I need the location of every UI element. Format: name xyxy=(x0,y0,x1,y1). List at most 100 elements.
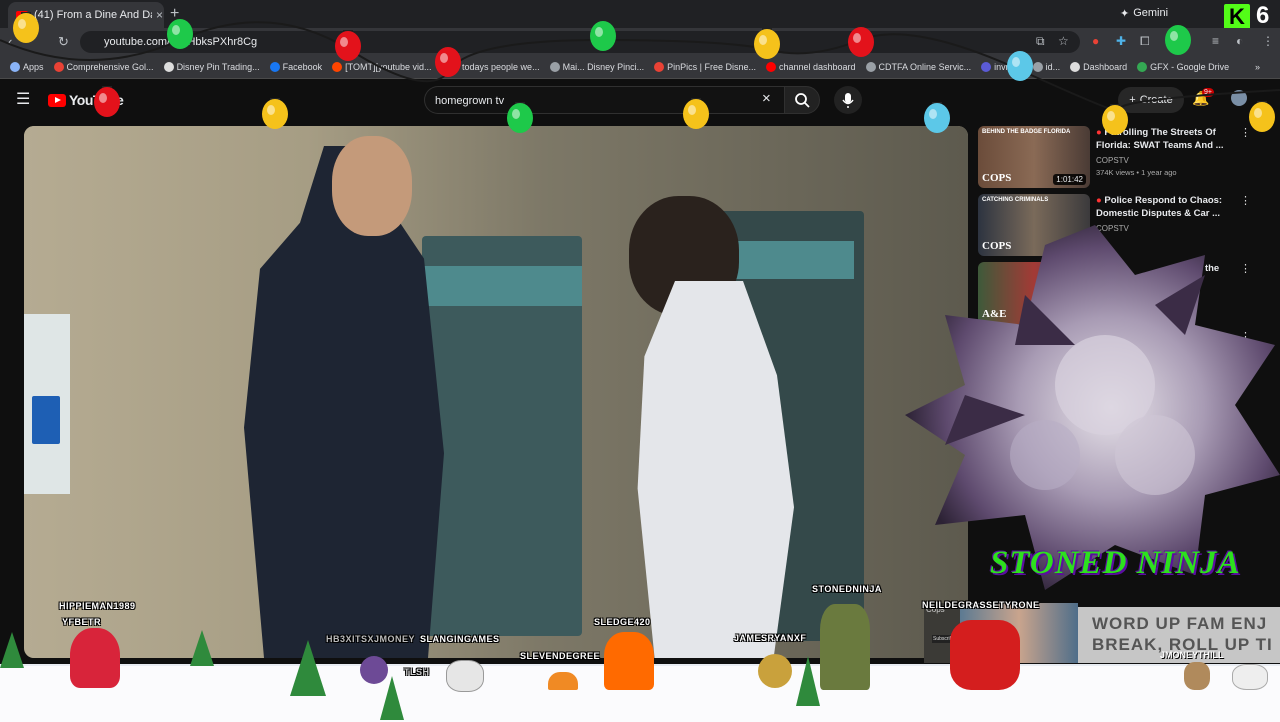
youtube-play-icon xyxy=(48,93,66,107)
reload-icon[interactable]: ↻ xyxy=(58,34,69,50)
clear-search-icon[interactable]: × xyxy=(762,90,771,107)
bookmark-icon xyxy=(332,62,343,72)
bookmark-item[interactable]: channel dashboard xyxy=(765,62,856,72)
create-button[interactable]: + Create xyxy=(1118,87,1184,113)
related-video[interactable]: BEHIND THE BADGE FLORIDA COPS 1:01:42 ● … xyxy=(978,126,1280,188)
create-label: Create xyxy=(1139,94,1173,106)
bookmark-item[interactable]: Comprehensive Gol... xyxy=(53,62,154,72)
knuckles-avatar-icon xyxy=(70,628,120,688)
notification-badge: 9+ xyxy=(1202,88,1214,97)
sparkle-icon: ✦ xyxy=(1120,7,1130,20)
bookmark-icon xyxy=(1070,62,1081,72)
bookmark-icon xyxy=(865,62,876,72)
menu-icon[interactable]: ☰ xyxy=(16,89,30,109)
url-text: youtube.com/w =HbksPXhr8Cg xyxy=(104,36,258,48)
chat-user-name: NEILDEGRASSETYRONE xyxy=(922,600,1040,610)
bookmark-item[interactable]: id... xyxy=(1032,62,1061,72)
more-options-icon[interactable]: ⋮ xyxy=(1240,126,1251,139)
gemini-button[interactable]: ✦ Gemini xyxy=(1120,3,1182,23)
bookmark-label: PinPics | Free Disne... xyxy=(667,62,756,72)
iron-man-avatar-icon xyxy=(950,620,1020,690)
bookmark-icon xyxy=(53,62,64,72)
payphone-sign xyxy=(734,241,854,279)
chat-message-user: JMONEYTHILL xyxy=(1160,650,1224,660)
bookmark-item[interactable]: PinPics | Free Disne... xyxy=(654,62,756,72)
extension-icon[interactable]: ✚ xyxy=(1116,34,1126,48)
bookmark-label: channel dashboard xyxy=(778,62,856,72)
kick-logo: K xyxy=(1224,4,1250,30)
bookmark-item[interactable]: Mai... Disney Pinci... xyxy=(549,62,645,72)
ghost-avatar-icon xyxy=(446,660,484,692)
chat-user-name: HIPPIEMAN1989 xyxy=(59,601,136,611)
bookmark-item[interactable]: If todays people we... xyxy=(441,62,540,72)
youtube-header: ☰ YouTube homegrown tv × + Create 🔔 9+ xyxy=(0,79,1280,121)
microphone-icon xyxy=(842,93,854,108)
christmas-tree-icon xyxy=(190,630,214,666)
bookmark-label: id... xyxy=(1045,62,1061,72)
voice-search-button[interactable] xyxy=(834,86,862,114)
cannabis-bud-overlay-icon xyxy=(905,225,1280,590)
bookmark-item[interactable]: Facebook xyxy=(269,62,322,72)
robot-avatar-icon xyxy=(758,654,792,688)
extension-icon[interactable]: ● xyxy=(1092,34,1099,48)
bookmark-icon xyxy=(549,62,560,72)
bookmark-item[interactable]: [TOMT][youtube vid... xyxy=(332,62,432,72)
ghost-avatar-icon xyxy=(1232,664,1268,690)
avatar[interactable] xyxy=(1231,90,1247,106)
bookmark-icon xyxy=(1137,62,1148,72)
video-meta: 374K views • 1 year ago xyxy=(1096,168,1177,177)
youtube-favicon-icon xyxy=(16,10,28,20)
chat-user-name: STONEDNINJA xyxy=(812,584,882,594)
blob-avatar-icon xyxy=(548,672,578,690)
bookmark-label: Apps xyxy=(23,62,44,72)
bookmark-item[interactable]: Dashboard xyxy=(1070,62,1127,72)
bookmark-label: Comprehensive Gol... xyxy=(66,62,154,72)
video-player[interactable] xyxy=(24,126,968,658)
christmas-tree-icon xyxy=(796,656,820,706)
browser-tab[interactable]: (41) From a Dine And Dash × xyxy=(8,2,164,28)
video-duration: 1:01:42 xyxy=(1053,174,1086,185)
star-icon[interactable]: ☆ xyxy=(1058,34,1069,48)
thumbnail-logo: COPS xyxy=(982,172,1012,184)
bookmarks-more-icon[interactable]: » xyxy=(1255,62,1260,72)
more-options-icon[interactable]: ⋮ xyxy=(1240,194,1251,207)
bookmark-item[interactable]: Disney Pin Trading... xyxy=(163,62,260,72)
search-button[interactable] xyxy=(784,86,820,114)
bookmark-icon xyxy=(163,62,174,72)
bookmark-item[interactable]: invideo xyxy=(981,62,1023,72)
youtube-logo[interactable]: YouTube xyxy=(48,92,124,108)
bookmark-label: [TOMT][youtube vid... xyxy=(345,62,432,72)
youtube-logo-text: YouTube xyxy=(69,92,124,108)
search-input[interactable]: homegrown tv xyxy=(424,86,784,114)
plus-icon: + xyxy=(1129,94,1136,106)
tab-close-icon[interactable]: × xyxy=(156,8,163,22)
back-icon[interactable]: ‹ xyxy=(8,34,12,49)
chat-user-name: YFBETR xyxy=(62,617,101,627)
reading-list-icon[interactable]: ≡ xyxy=(1212,34,1219,48)
master-chief-avatar-icon xyxy=(820,604,870,690)
chat-message-line: WORD UP FAM ENJ xyxy=(1092,614,1268,633)
bookmark-icon xyxy=(269,62,280,72)
thumbnail-caption: BEHIND THE BADGE FLORIDA xyxy=(982,129,1071,135)
search-icon xyxy=(795,93,810,108)
bookmark-icon xyxy=(654,62,665,72)
kick-count: 6 xyxy=(1256,2,1270,29)
chat-user-name: JAMESRYANXF xyxy=(734,633,807,643)
puzzle-icon[interactable]: ⧠ xyxy=(1140,34,1150,49)
navigation-bar: ‹ ↻ youtube.com/w =HbksPXhr8Cg ⧉ ☆ ● ✚ ⧠… xyxy=(0,28,1280,56)
bookmark-item[interactable]: GFX - Google Drive xyxy=(1137,62,1229,72)
address-bar[interactable]: youtube.com/w =HbksPXhr8Cg xyxy=(80,31,1080,53)
bookmark-label: CDTFA Online Servic... xyxy=(878,62,972,72)
bookmark-label: invideo xyxy=(994,62,1023,72)
bookmark-item[interactable]: CDTFA Online Servic... xyxy=(865,62,972,72)
bookmark-icon xyxy=(10,62,20,72)
cast-icon[interactable]: ⧉ xyxy=(1036,34,1045,49)
chat-user-name: SLANGINGAMES xyxy=(420,634,500,644)
bookmark-label: Mai... Disney Pinci... xyxy=(562,62,645,72)
bookmark-item[interactable]: Apps xyxy=(10,62,44,72)
christmas-tree-icon xyxy=(0,632,24,668)
profile-icon[interactable]: ◐ xyxy=(1236,34,1243,48)
new-tab-button[interactable]: + xyxy=(170,5,179,23)
officer-head xyxy=(332,136,412,236)
menu-icon[interactable]: ⋮ xyxy=(1262,34,1274,48)
